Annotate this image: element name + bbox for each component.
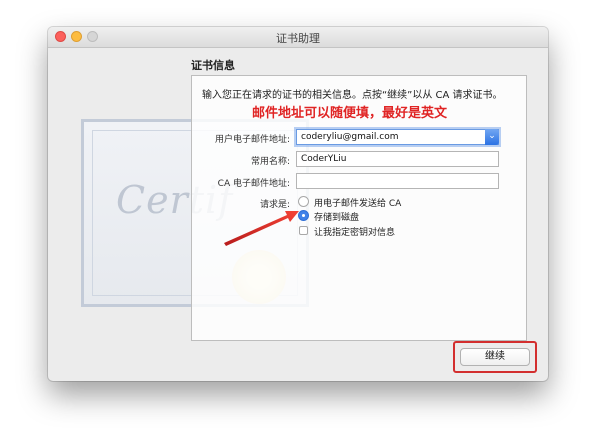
chevron-down-icon[interactable]: ⌄ [485, 129, 499, 145]
certificate-assistant-window: 证书助理 Certif 证书信息 输入您正在请求的证书的相关信息。点按“继续”以… [48, 27, 548, 381]
email-field[interactable]: coderyliu@gmail.com ⌄ [296, 129, 499, 145]
request-label: 请求是: [259, 200, 290, 210]
annotation-text: 邮件地址可以随便填，最好是英文 [252, 106, 448, 121]
intro-text: 输入您正在请求的证书的相关信息。点按“继续”以从 CA 请求证书。 [202, 90, 503, 101]
common-name-value: CoderYLiu [301, 154, 347, 164]
common-name-field[interactable]: CoderYLiu [296, 151, 499, 167]
ca-email-field[interactable] [296, 173, 499, 189]
ca-email-label: CA 电子邮件地址: [217, 179, 290, 189]
section-title: 证书信息 [191, 59, 235, 72]
radio-save-to-disk-label: 存储到磁盘 [314, 213, 360, 223]
radio-button[interactable] [298, 196, 309, 207]
email-label: 用户电子邮件地址: [214, 135, 290, 145]
title-bar: 证书助理 [48, 27, 548, 48]
certificate-info-panel: 输入您正在请求的证书的相关信息。点按“继续”以从 CA 请求证书。 邮件地址可以… [191, 75, 527, 341]
window-title: 证书助理 [276, 32, 320, 45]
key-pair-checkbox-label: 让我指定密钥对信息 [314, 228, 396, 238]
common-name-label: 常用名称: [250, 157, 290, 167]
email-value: coderyliu@gmail.com [301, 132, 399, 142]
continue-highlight-box: 继续 [453, 341, 537, 373]
checkbox[interactable] [299, 226, 308, 235]
continue-button[interactable]: 继续 [460, 348, 530, 366]
radio-email-ca-label: 用电子邮件发送给 CA [314, 199, 402, 209]
radio-button-selected[interactable] [298, 210, 309, 221]
